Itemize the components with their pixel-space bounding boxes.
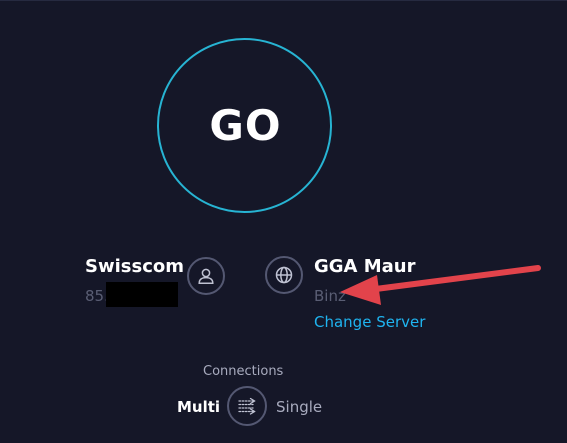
connections-toggle-icon xyxy=(238,397,256,415)
go-button[interactable]: GO xyxy=(157,38,332,213)
connections-label: Connections xyxy=(203,364,284,379)
connections-toggle[interactable] xyxy=(227,386,267,426)
isp-name: Swisscom xyxy=(85,256,184,277)
user-icon xyxy=(187,257,225,295)
connections-multi-option[interactable]: Multi xyxy=(177,398,220,416)
server-location: Binz xyxy=(314,287,346,305)
server-name: GGA Maur xyxy=(314,256,416,277)
go-label: GO xyxy=(209,101,282,150)
top-border xyxy=(0,0,567,1)
globe-icon xyxy=(265,256,303,294)
change-server-link[interactable]: Change Server xyxy=(314,313,425,331)
connections-single-option[interactable]: Single xyxy=(276,398,322,416)
ip-redaction-box xyxy=(106,282,178,307)
